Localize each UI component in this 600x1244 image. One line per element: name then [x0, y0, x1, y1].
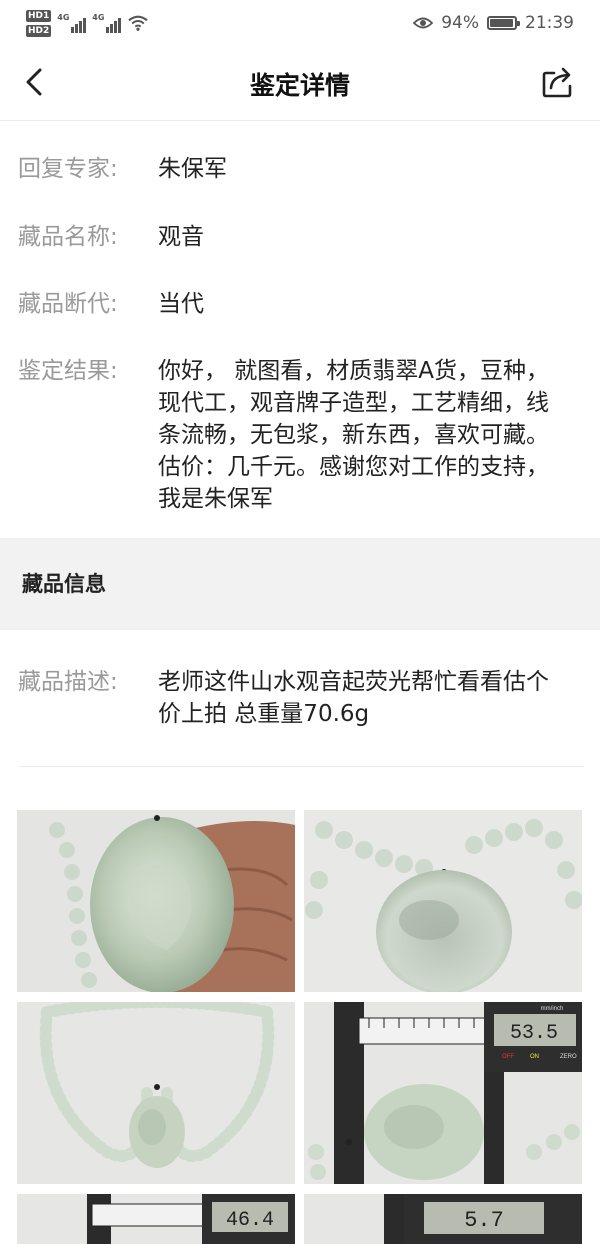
- description-divider: [18, 766, 584, 767]
- caliper-off-1: OFF: [502, 1054, 514, 1060]
- description-value: 老师这件山水观音起荧光帮忙看看估个价上拍 总重量70.6g: [158, 669, 549, 727]
- photo-4[interactable]: 53.5 mm/inch OFF ON ZERO: [304, 1002, 582, 1184]
- page-title: 鉴定详情: [249, 71, 350, 100]
- photo-3[interactable]: [17, 1002, 295, 1184]
- caliper-reading-2: 46.4: [226, 1209, 274, 1232]
- era-value: 当代: [158, 291, 204, 317]
- battery-fill: [490, 19, 513, 27]
- photo-1[interactable]: [17, 810, 295, 992]
- clock: 21:39: [525, 13, 574, 33]
- caliper-reading-1: 53.5: [510, 1022, 558, 1045]
- status-bar-right: 94% 21:39: [413, 13, 574, 33]
- caliper-reading-3: 5.7: [464, 1208, 504, 1233]
- wifi-icon: [128, 15, 148, 31]
- nav-divider: [0, 120, 600, 121]
- jade-necklace-image: [17, 1002, 295, 1184]
- jade-pendant-back-image: [304, 810, 582, 992]
- photo-6[interactable]: 5.7: [304, 1194, 582, 1244]
- jade-pendant-hand-image: [17, 810, 295, 992]
- photo-2[interactable]: [304, 810, 582, 992]
- caliper-on-1: ON: [530, 1054, 539, 1060]
- status-bar: HD1 HD2 4G 4G 94% 21:39: [0, 0, 600, 46]
- sim1-badge: HD1: [26, 9, 52, 22]
- caliper-unit-1: mm/inch: [541, 1006, 564, 1012]
- sim2-badge: HD2: [26, 24, 52, 37]
- collection-section-title: 藏品信息: [22, 572, 106, 596]
- signal-1-icon: 4G: [57, 13, 87, 33]
- sim-indicators: HD1 HD2: [26, 9, 52, 37]
- era-row: 藏品断代: 当代: [18, 288, 588, 320]
- caliper-measurement-image-3: 5.7: [304, 1194, 582, 1244]
- battery-percent: 94%: [441, 13, 479, 33]
- expert-label: 回复专家:: [18, 156, 118, 182]
- eye-comfort-icon: [413, 17, 434, 29]
- network-type-1: 4G: [57, 13, 70, 22]
- result-row: 鉴定结果: 你好， 就图看，材质翡翠A货，豆种，现代工，观音牌子造型，工艺精细，…: [18, 355, 588, 515]
- description-label: 藏品描述:: [18, 669, 118, 695]
- era-label: 藏品断代:: [18, 291, 118, 317]
- status-bar-left: HD1 HD2 4G 4G: [26, 9, 149, 37]
- caliper-measurement-image-1: 53.5 mm/inch OFF ON ZERO: [304, 1002, 582, 1184]
- caliper-zero-1: ZERO: [560, 1054, 577, 1060]
- battery-icon: [487, 16, 520, 30]
- name-row: 藏品名称: 观音: [18, 221, 588, 253]
- nav-bar: 鉴定详情: [0, 46, 600, 120]
- result-value: 你好， 就图看，材质翡翠A货，豆种，现代工，观音牌子造型，工艺精细，线条流畅，无…: [158, 358, 550, 512]
- description-row: 藏品描述: 老师这件山水观音起荧光帮忙看看估个价上拍 总重量70.6g: [18, 666, 588, 730]
- caliper-measurement-image-2: 46.4: [17, 1194, 295, 1244]
- name-label: 藏品名称:: [18, 224, 118, 250]
- photo-5[interactable]: 46.4: [17, 1194, 295, 1244]
- name-value: 观音: [158, 224, 204, 250]
- result-label: 鉴定结果:: [18, 358, 118, 384]
- signal-2-icon: 4G: [92, 13, 122, 33]
- share-icon[interactable]: [540, 64, 576, 100]
- expert-row: 回复专家: 朱保军: [18, 153, 588, 185]
- expert-value: 朱保军: [158, 156, 227, 182]
- network-type-2: 4G: [92, 13, 105, 22]
